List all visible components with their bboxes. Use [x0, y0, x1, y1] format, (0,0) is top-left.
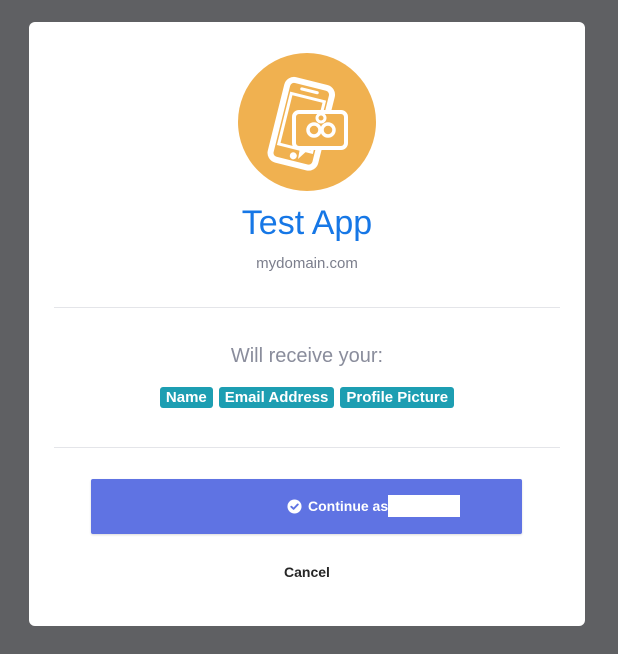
divider	[54, 447, 560, 448]
scope-badge-profile-picture: Profile Picture	[340, 387, 455, 408]
receive-label: Will receive your:	[230, 345, 384, 367]
phone-chat-icon	[267, 76, 348, 171]
continue-button-content: Continue as	[287, 495, 461, 517]
app-logo	[238, 53, 376, 191]
divider	[54, 307, 560, 308]
check-circle-icon	[287, 498, 302, 514]
redacted-user-name	[388, 495, 461, 517]
app-name: Test App	[241, 204, 373, 242]
cancel-button[interactable]: Cancel	[29, 564, 585, 580]
continue-label: Continue as	[308, 498, 389, 514]
continue-button[interactable]: Continue as	[91, 479, 522, 534]
consent-dialog: Test App mydomain.com Will receive your:…	[29, 22, 585, 626]
scope-list: Name Email Address Profile Picture	[29, 387, 585, 408]
app-domain: mydomain.com	[256, 255, 358, 272]
scope-badge-name: Name	[159, 387, 213, 408]
scope-badge-email: Email Address	[218, 387, 335, 408]
